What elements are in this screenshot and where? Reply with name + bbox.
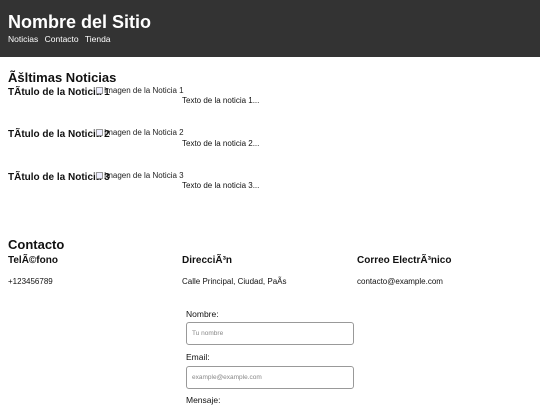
news-image: Imagen de la Noticia 3	[96, 171, 184, 181]
phone-label: TelÃ©fono	[8, 255, 58, 266]
email-input[interactable]	[186, 366, 354, 389]
nav-link-contacto[interactable]: Contacto	[45, 34, 79, 44]
name-label: Nombre:	[186, 309, 219, 319]
news-image-alt: Imagen de la Noticia 2	[104, 128, 184, 137]
name-input[interactable]	[186, 322, 354, 345]
address-label: DirecciÃ³n	[182, 255, 233, 266]
news-title: TÃ­tulo de la Noticia 3	[8, 172, 110, 183]
phone-value: +123456789	[8, 277, 53, 286]
nav-link-noticias[interactable]: Noticias	[8, 34, 38, 44]
site-header: Nombre del Sitio Noticias Contacto Tiend…	[0, 0, 540, 57]
address-value: Calle Principal, Ciudad, PaÃ­s	[182, 277, 287, 286]
news-title: TÃ­tulo de la Noticia 1	[8, 87, 110, 98]
broken-image-icon	[96, 87, 103, 94]
email-label: Correo ElectrÃ³nico	[357, 255, 452, 266]
news-image: Imagen de la Noticia 2	[96, 128, 184, 138]
news-title: TÃ­tulo de la Noticia 2	[8, 129, 110, 140]
news-image-alt: Imagen de la Noticia 3	[104, 171, 184, 180]
site-title: Nombre del Sitio	[8, 12, 152, 32]
news-heading: Ãšltimas Noticias	[8, 70, 117, 85]
broken-image-icon	[96, 172, 103, 179]
nav-link-tienda[interactable]: Tienda	[85, 34, 111, 44]
news-image-alt: Imagen de la Noticia 1	[104, 86, 184, 95]
broken-image-icon	[96, 129, 103, 136]
message-label: Mensaje:	[186, 395, 221, 405]
news-image: Imagen de la Noticia 1	[96, 86, 184, 96]
email-value: contacto@example.com	[357, 277, 443, 286]
news-text: Texto de la noticia 1...	[182, 96, 260, 105]
news-text: Texto de la noticia 3...	[182, 181, 260, 190]
email-field-label: Email:	[186, 352, 210, 362]
news-text: Texto de la noticia 2...	[182, 139, 260, 148]
main-nav: Noticias Contacto Tienda	[8, 34, 115, 45]
contact-heading: Contacto	[8, 237, 65, 252]
